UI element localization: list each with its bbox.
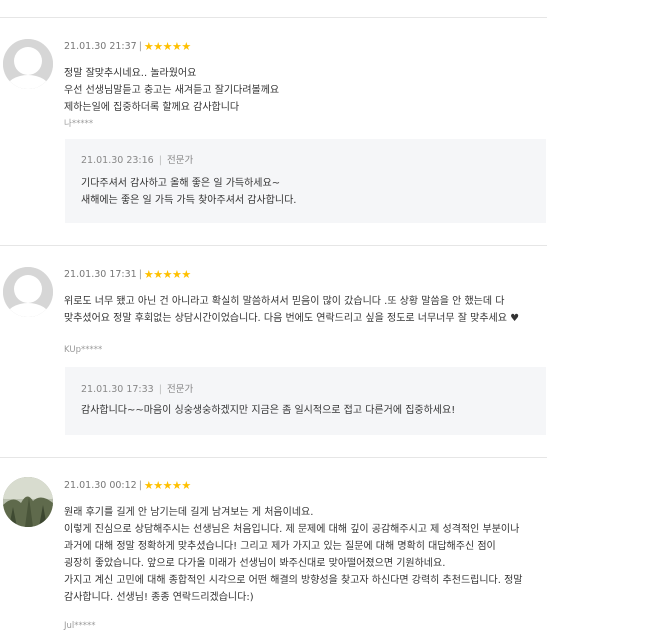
review-content: 원래 후기를 길게 안 남기는데 길게 남겨보는 게 처음이네요. 이렇게 진심… [64, 507, 523, 603]
expert-reply: 21.01.30 17:33 | 전문가 감사합니다~~마음이 싱숭생숭하겠지만… [65, 367, 546, 435]
review-item: 21.01.30 00:12 | ★ ★ ★ ★ ★ 원래 후기를 길게 안 남기는데 … [0, 457, 547, 632]
default-user-icon [3, 267, 53, 317]
star-icon: ★ [181, 479, 191, 492]
meta-separator: | [138, 480, 142, 491]
star-icon: ★ [162, 479, 173, 492]
reply-text: 감사합니다~~마음이 싱숭생숭하겠지만 지금은 좀 일시적으로 접고 다른거에 … [81, 405, 456, 416]
star-icon: ★ [153, 268, 163, 281]
review-date: 21.01.30 17:31 [64, 269, 137, 280]
star-icon: ★ [162, 268, 173, 281]
reply-responder: 전문가 [166, 384, 194, 395]
star-icon: ★ [172, 40, 182, 53]
meta-separator: | [158, 384, 162, 395]
review-content: 위로도 너무 됐고 아닌 건 아니라고 확실히 말씀하셔서 믿음이 많이 갔습니… [64, 296, 520, 324]
review-author: 나***** [64, 119, 94, 129]
review-item: 21.01.30 21:37 | ★ ★ ★ ★ ★ 정말 잘맞추시네요.. 놀라웠어요… [0, 17, 547, 245]
meta-separator: | [138, 269, 142, 280]
reply-meta: 21.01.30 17:33 | 전문가 [81, 381, 193, 395]
reply-date: 21.01.30 17:33 [81, 384, 154, 395]
star-icon: ★ [143, 479, 154, 492]
reviews-page: 21.01.30 21:37 | ★ ★ ★ ★ ★ 정말 잘맞추시네요.. 놀라웠어요… [0, 0, 661, 632]
star-icon: ★ [143, 268, 154, 281]
user-photo [3, 477, 53, 527]
star-icon: ★ [181, 268, 191, 281]
star-rating: ★ ★ ★ ★ ★ [144, 269, 191, 280]
meta-separator: | [158, 155, 162, 166]
review-author: Jul***** [64, 621, 96, 631]
reply-text: 기다주셔서 감사하고 올해 좋은 일 가득하세요~ 새해에는 좋은 일 가득 가… [81, 178, 297, 206]
review-date: 21.01.30 00:12 [64, 480, 137, 491]
expert-reply: 21.01.30 23:16 | 전문가 기다주셔서 감사하고 올해 좋은 일 … [65, 139, 546, 223]
review-content: 정말 잘맞추시네요.. 놀라웠어요 우선 선생님말듣고 충고는 새겨듣고 잘기다… [64, 68, 280, 113]
reply-responder: 전문가 [166, 155, 194, 166]
review-author: KUp***** [64, 345, 103, 355]
star-icon: ★ [172, 479, 182, 492]
star-icon: ★ [181, 40, 191, 53]
star-icon: ★ [162, 40, 173, 53]
star-icon: ★ [153, 40, 163, 53]
star-rating: ★ ★ ★ ★ ★ [144, 480, 191, 491]
review-item: 21.01.30 17:31 | ★ ★ ★ ★ ★ 위로도 너무 됐고 아닌 건 아니… [0, 245, 547, 457]
reply-date: 21.01.30 23:16 [81, 155, 154, 166]
review-meta: 21.01.30 21:37 | ★ ★ ★ ★ ★ [64, 41, 191, 52]
review-meta: 21.01.30 00:12 | ★ ★ ★ ★ ★ [64, 480, 191, 491]
star-icon: ★ [143, 40, 154, 53]
reply-meta: 21.01.30 23:16 | 전문가 [81, 152, 193, 166]
star-icon: ★ [153, 479, 163, 492]
default-user-icon [3, 39, 53, 89]
meta-separator: | [138, 41, 142, 52]
review-meta: 21.01.30 17:31 | ★ ★ ★ ★ ★ [64, 269, 191, 280]
review-date: 21.01.30 21:37 [64, 41, 137, 52]
star-icon: ★ [172, 268, 182, 281]
star-rating: ★ ★ ★ ★ ★ [144, 41, 191, 52]
